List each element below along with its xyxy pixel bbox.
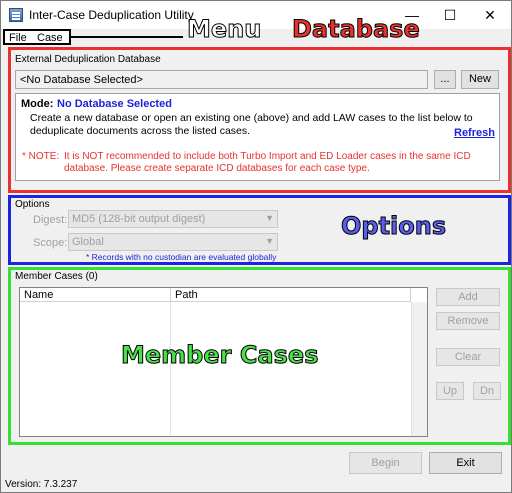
member-cases-group-label: Member Cases (0): [15, 271, 98, 282]
begin-button[interactable]: Begin: [349, 452, 422, 474]
version-label: Version: 7.3.237: [5, 479, 78, 490]
database-annotation-label: Database: [292, 15, 421, 43]
scope-value: Global: [72, 236, 104, 248]
note-text: It is NOT recommended to include both Tu…: [64, 151, 471, 174]
scope-label: Scope:: [33, 237, 68, 249]
menu-case[interactable]: Case: [37, 32, 63, 44]
database-info-panel: Mode: No Database Selected Create a new …: [15, 93, 500, 181]
window-title: Inter-Case Deduplication Utility: [29, 8, 194, 22]
exit-button[interactable]: Exit: [429, 452, 502, 474]
remove-case-button[interactable]: Remove: [436, 312, 500, 330]
mode-value: No Database Selected: [57, 98, 172, 110]
options-annotation-label: Options: [340, 212, 447, 240]
digest-select[interactable]: MD5 (128-bit output digest) ▼: [68, 210, 278, 228]
menu-annotation-line: [71, 36, 183, 38]
member-cases-annotation-label: Member Cases: [120, 341, 319, 369]
mode-description: Create a new database or open an existin…: [30, 112, 473, 137]
add-case-button[interactable]: Add: [436, 288, 500, 306]
note-label: * NOTE:: [22, 151, 60, 162]
move-down-button[interactable]: Dn: [473, 382, 501, 400]
column-header-path[interactable]: Path: [171, 288, 411, 302]
options-group-label: Options: [15, 199, 50, 210]
chevron-down-icon: ▼: [265, 213, 274, 223]
scope-select[interactable]: Global ▼: [68, 233, 278, 251]
column-divider: [170, 302, 171, 436]
app-icon: [9, 8, 23, 22]
database-path-field[interactable]: <No Database Selected>: [15, 70, 428, 89]
move-up-button[interactable]: Up: [436, 382, 464, 400]
refresh-link[interactable]: Refresh: [454, 127, 495, 139]
options-note: * Records with no custodian are evaluate…: [86, 252, 277, 262]
menu-annotation-label: Menu: [186, 15, 262, 43]
mode-label: Mode:: [21, 98, 54, 110]
clear-cases-button[interactable]: Clear: [436, 348, 500, 366]
chevron-down-icon: ▼: [265, 236, 274, 246]
menu-highlight-box: File Case: [3, 29, 71, 45]
digest-label: Digest:: [33, 214, 68, 226]
digest-value: MD5 (128-bit output digest): [72, 213, 206, 225]
vertical-scrollbar[interactable]: [411, 302, 427, 436]
maximize-button[interactable]: ☐: [435, 5, 465, 25]
browse-database-button[interactable]: ...: [434, 70, 456, 89]
close-button[interactable]: ✕: [475, 5, 505, 25]
new-database-button[interactable]: New: [461, 70, 499, 89]
app-window: Inter-Case Deduplication Utility — ☐ ✕ F…: [0, 0, 512, 493]
menu-file[interactable]: File: [9, 32, 27, 44]
database-group-label: External Deduplication Database: [15, 54, 161, 65]
column-header-name[interactable]: Name: [20, 288, 171, 302]
